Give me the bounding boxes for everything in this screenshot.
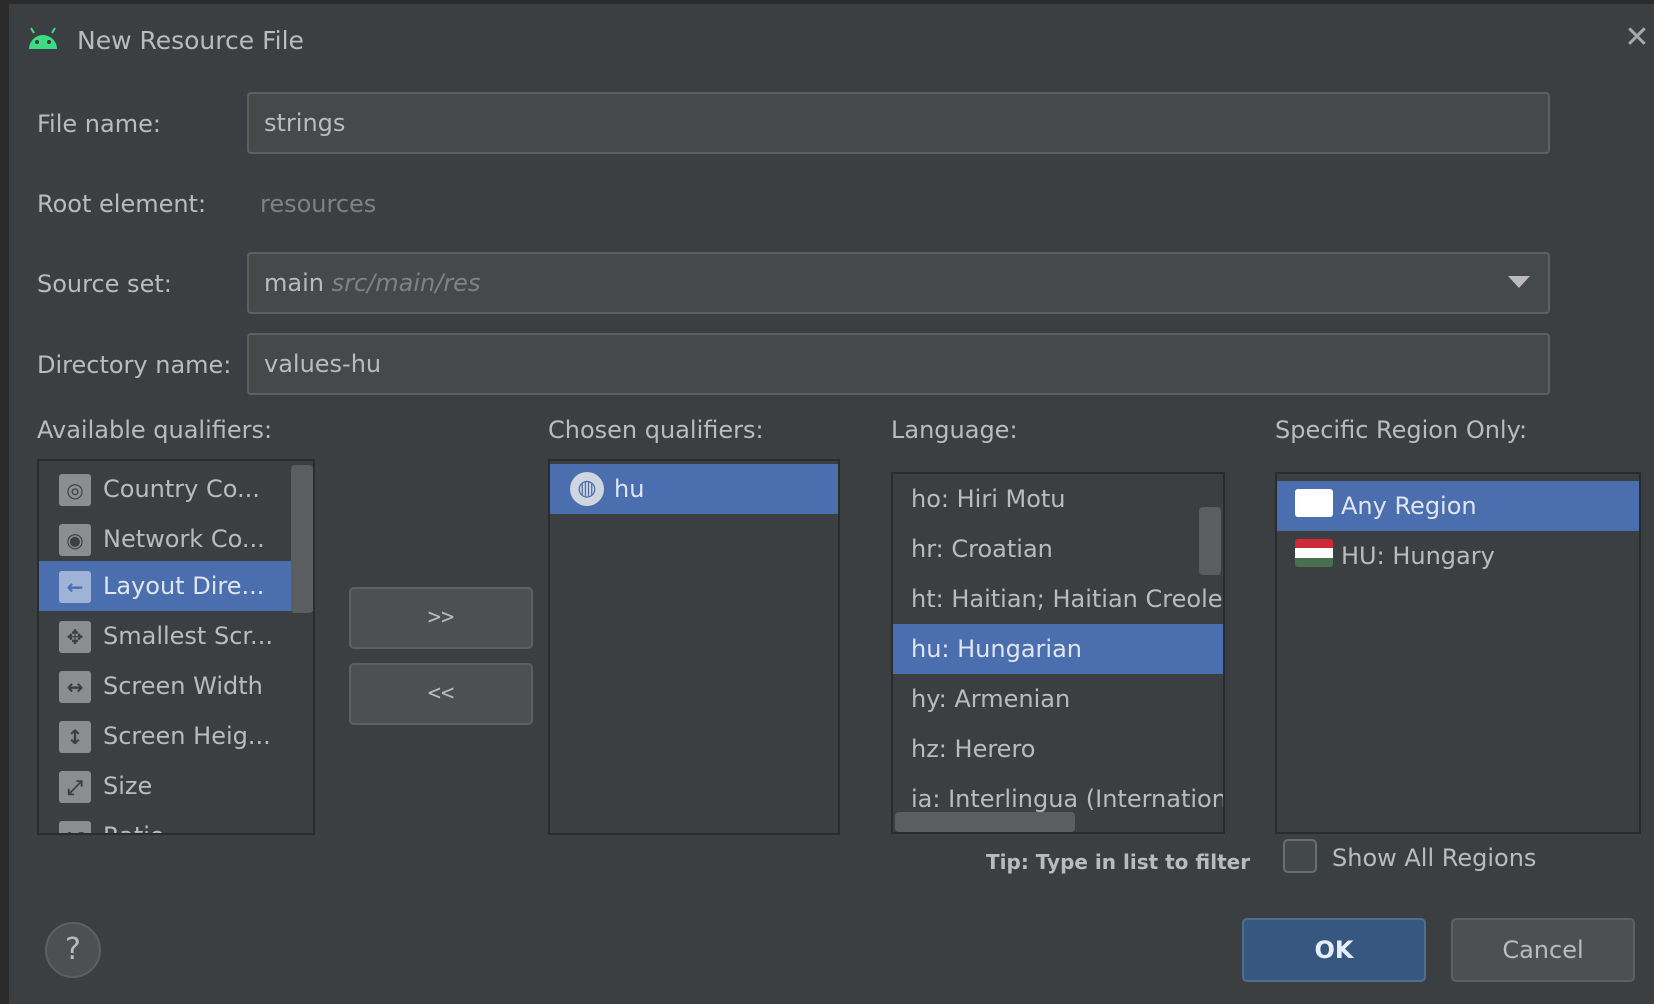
root-element-label: Root element: xyxy=(37,190,207,218)
root-element-value: resources xyxy=(260,190,377,218)
chosen-qualifiers-list[interactable]: ◍ hu xyxy=(548,459,840,835)
list-item-language[interactable]: hz: Herero xyxy=(893,724,1223,774)
file-name-label: File name: xyxy=(37,110,161,138)
list-item-layout-direction[interactable]: ← Layout Dire... xyxy=(39,561,313,611)
file-name-input[interactable] xyxy=(264,94,1548,152)
ok-button[interactable]: OK xyxy=(1242,918,1426,982)
list-item-hungary[interactable]: HU: Hungary xyxy=(1277,531,1639,581)
list-item-language[interactable]: ht: Haitian; Haitian Creole xyxy=(893,574,1223,624)
chevron-down-icon[interactable] xyxy=(1508,276,1530,288)
directory-name-input[interactable] xyxy=(264,335,1548,393)
smallest-screen-icon: ✥ xyxy=(59,621,91,653)
available-qualifiers-scrollbar[interactable] xyxy=(291,465,313,613)
screen-width-icon: ↔ xyxy=(59,671,91,703)
background-window-edge xyxy=(0,0,9,1004)
screen-height-icon: ↕ xyxy=(59,721,91,753)
globe-icon: ◍ xyxy=(570,472,604,506)
source-set-combobox[interactable]: main src/main/res xyxy=(247,252,1550,314)
language-horizontal-scrollbar[interactable] xyxy=(895,812,1075,832)
hungary-flag-icon xyxy=(1295,539,1333,567)
directory-name-label: Directory name: xyxy=(37,351,232,379)
region-list[interactable]: Any Region HU: Hungary xyxy=(1275,472,1641,834)
language-vertical-scrollbar[interactable] xyxy=(1199,507,1221,575)
help-button[interactable]: ? xyxy=(45,922,101,978)
network-code-icon: ◉ xyxy=(59,524,91,556)
list-item-language-selected[interactable]: hu: Hungarian xyxy=(893,624,1223,674)
add-qualifier-button[interactable]: >> xyxy=(349,587,533,649)
country-code-icon: ◎ xyxy=(59,474,91,506)
title-bar: New Resource File ✕ xyxy=(9,4,1654,78)
available-qualifiers-list[interactable]: ◎ Country Co... ◉ Network Co... ← Layout… xyxy=(37,459,315,835)
list-item-network-code[interactable]: ◉ Network Co... xyxy=(39,514,289,564)
list-item-country-code[interactable]: ◎ Country Co... xyxy=(39,464,289,514)
file-name-field[interactable] xyxy=(247,92,1550,154)
show-all-regions-checkbox[interactable] xyxy=(1283,839,1317,873)
directory-name-field[interactable] xyxy=(247,333,1550,395)
list-item-chosen-hu[interactable]: ◍ hu xyxy=(550,464,838,514)
list-item-screen-height[interactable]: ↕ Screen Heig... xyxy=(39,711,289,761)
cancel-button[interactable]: Cancel xyxy=(1451,918,1635,982)
list-item-language[interactable]: hy: Armenian xyxy=(893,674,1223,724)
chosen-qualifiers-label: Chosen qualifiers: xyxy=(548,416,764,444)
android-icon xyxy=(29,27,57,49)
available-qualifiers-label: Available qualifiers: xyxy=(37,416,273,444)
source-set-path: src/main/res xyxy=(331,269,481,297)
show-all-regions-label: Show All Regions xyxy=(1332,844,1537,872)
source-set-label: Source set: xyxy=(37,270,172,298)
region-label: Specific Region Only: xyxy=(1275,416,1528,444)
language-list[interactable]: ho: Hiri Motu hr: Croatian ht: Haitian; … xyxy=(891,472,1225,834)
list-item-language[interactable]: ho: Hiri Motu xyxy=(893,474,1223,524)
list-item-size[interactable]: ⤢ Size xyxy=(39,761,289,811)
list-item-language[interactable]: hr: Croatian xyxy=(893,524,1223,574)
ratio-icon: 4:3 xyxy=(59,821,91,833)
list-item-ratio[interactable]: 4:3 Ratio xyxy=(39,811,289,833)
close-icon[interactable]: ✕ xyxy=(1619,20,1654,56)
blank-flag-icon xyxy=(1295,489,1333,517)
list-item-screen-width[interactable]: ↔ Screen Width xyxy=(39,661,289,711)
source-set-value: main xyxy=(264,269,324,297)
language-label: Language: xyxy=(891,416,1018,444)
remove-qualifier-button[interactable]: << xyxy=(349,663,533,725)
list-item-smallest-screen[interactable]: ✥ Smallest Scr... xyxy=(39,611,289,661)
dialog-title: New Resource File xyxy=(77,26,304,55)
layout-direction-icon: ← xyxy=(59,571,91,603)
filter-tip: Tip: Type in list to filter xyxy=(986,850,1251,874)
list-item-any-region[interactable]: Any Region xyxy=(1277,481,1639,531)
size-icon: ⤢ xyxy=(59,771,91,803)
new-resource-file-dialog: New Resource File ✕ File name: Root elem… xyxy=(9,4,1654,1004)
